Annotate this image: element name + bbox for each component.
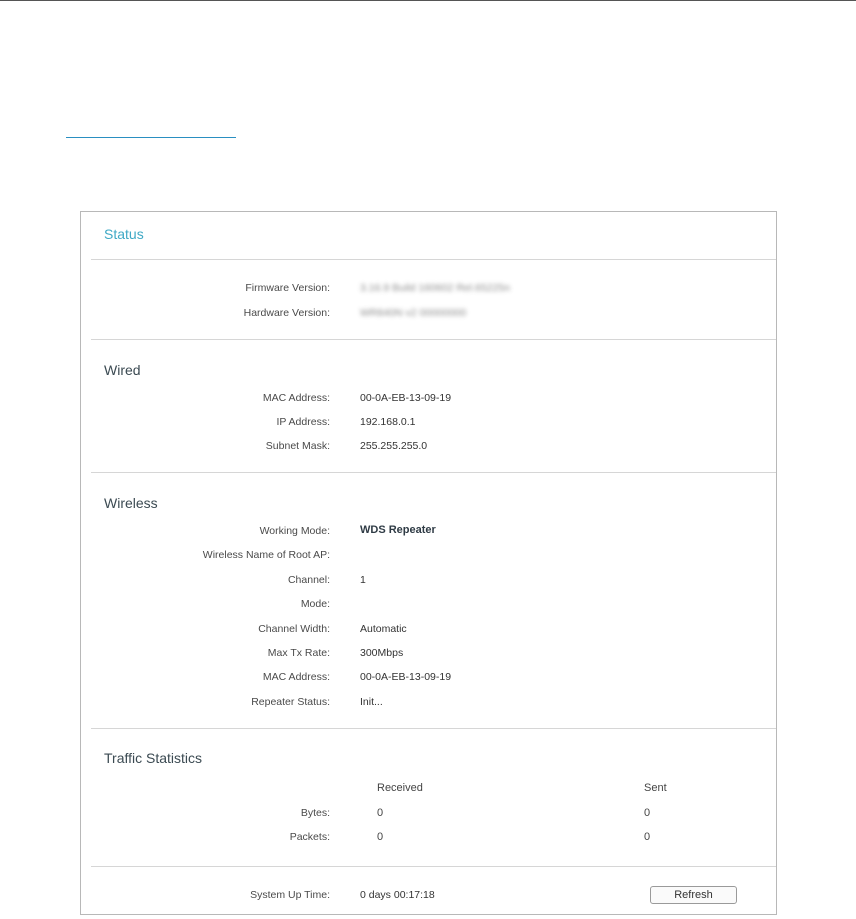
- top-rule: [0, 0, 856, 1]
- bytes-received-value: 0: [377, 807, 384, 819]
- divider: [91, 339, 776, 340]
- channel-value: 1: [360, 574, 366, 586]
- repeater-status-value: Init...: [360, 696, 383, 708]
- working-mode-label: Working Mode:: [259, 525, 330, 537]
- channel-label: Channel:: [287, 574, 330, 586]
- status-panel: Status Firmware Version: 3.16.9 Build 16…: [80, 211, 777, 915]
- firmware-version-value: 3.16.9 Build 160602 Rel.65225n: [360, 282, 511, 294]
- packets-received-value: 0: [377, 831, 384, 843]
- sent-column-header: Sent: [644, 782, 667, 794]
- repeater-status-label: Repeater Status:: [251, 696, 330, 708]
- wireless-mac-value: 00-0A-EB-13-09-19: [360, 671, 452, 683]
- divider: [91, 472, 776, 473]
- root-ap-label: Wireless Name of Root AP:: [202, 549, 330, 561]
- wireless-mac-label: MAC Address:: [262, 671, 330, 683]
- system-uptime-label: System Up Time:: [250, 889, 330, 901]
- max-tx-rate-label: Max Tx Rate:: [267, 647, 330, 659]
- divider: [91, 259, 776, 260]
- status-section-title: Status: [104, 226, 144, 242]
- traffic-section-title: Traffic Statistics: [104, 750, 203, 766]
- divider: [91, 866, 776, 867]
- divider: [91, 728, 776, 729]
- mode-label: Mode:: [300, 598, 330, 610]
- working-mode-value: WDS Repeater: [360, 524, 436, 536]
- wired-ip-label: IP Address:: [276, 416, 330, 428]
- wired-mac-value: 00-0A-EB-13-09-19: [360, 392, 452, 404]
- wired-section-title: Wired: [104, 362, 141, 378]
- bytes-label: Bytes:: [300, 807, 330, 819]
- wireless-section-title: Wireless: [104, 495, 158, 511]
- received-column-header: Received: [377, 782, 423, 794]
- link-underline: [66, 137, 236, 138]
- wired-subnet-value: 255.255.255.0: [360, 440, 428, 452]
- packets-label: Packets:: [289, 831, 330, 843]
- channel-width-label: Channel Width:: [258, 623, 330, 635]
- system-uptime-value: 0 days 00:17:18: [360, 889, 435, 901]
- bytes-sent-value: 0: [644, 807, 651, 819]
- firmware-version-label: Firmware Version:: [245, 282, 330, 294]
- hardware-version-value: WR840N v2 00000000: [360, 307, 467, 319]
- hardware-version-label: Hardware Version:: [243, 307, 330, 319]
- wired-subnet-label: Subnet Mask:: [265, 440, 330, 452]
- channel-width-value: Automatic: [360, 623, 407, 635]
- wired-mac-label: MAC Address:: [262, 392, 330, 404]
- packets-sent-value: 0: [644, 831, 651, 843]
- max-tx-rate-value: 300Mbps: [360, 647, 404, 659]
- refresh-button[interactable]: Refresh: [650, 886, 737, 904]
- wired-ip-value: 192.168.0.1: [360, 416, 416, 428]
